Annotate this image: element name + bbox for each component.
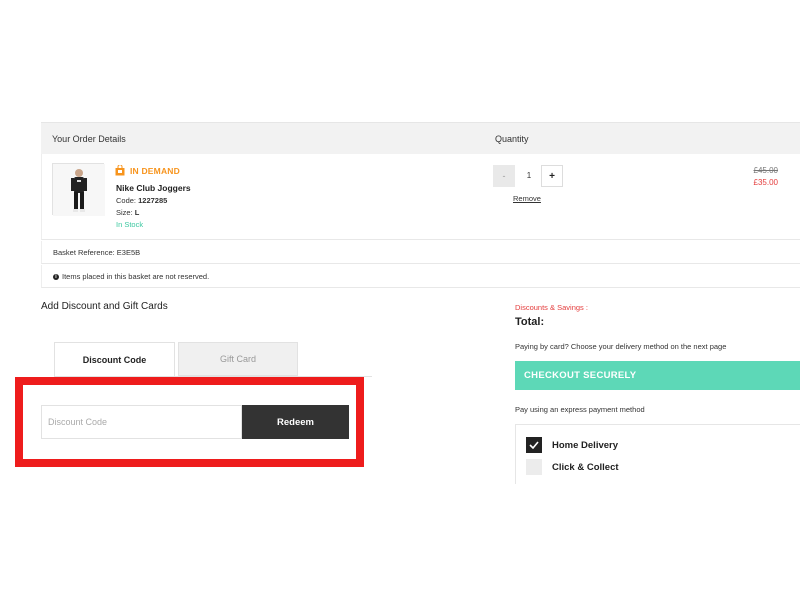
basket-reference-row: Basket Reference: E3E5B [41, 241, 800, 264]
click-collect-checkbox[interactable] [526, 459, 542, 475]
quantity-decrease-button[interactable]: - [493, 165, 515, 187]
sale-price: £35.00 [753, 178, 778, 187]
order-table-header: Your Order Details Quantity [41, 122, 800, 154]
discount-section-title: Add Discount and Gift Cards [41, 301, 168, 312]
delivery-option-collect[interactable]: Click & Collect [526, 459, 619, 475]
shopping-bag-icon [115, 165, 125, 176]
quantity-increase-button[interactable]: + [541, 165, 563, 187]
product-name[interactable]: Nike Club Joggers [116, 183, 191, 193]
product-size-value: L [134, 208, 140, 217]
discount-code-input[interactable] [41, 405, 242, 439]
delivery-option-home[interactable]: Home Delivery [526, 437, 618, 453]
quantity-heading: Quantity [495, 134, 529, 144]
express-payment-note: Pay using an express payment method [515, 405, 645, 414]
basket-item-row: IN DEMAND Nike Club Joggers Code: 122728… [41, 154, 800, 240]
basket-reference: Basket Reference: E3E5B [53, 248, 141, 257]
product-size: Size: L [116, 208, 139, 217]
product-code: Code: 1227285 [116, 196, 167, 205]
original-price: £45.00 [753, 166, 778, 175]
stock-status: In Stock [116, 220, 144, 229]
in-demand-label: IN DEMAND [130, 165, 180, 176]
card-payment-note: Paying by card? Choose your delivery met… [515, 342, 727, 351]
delivery-options: Home Delivery Click & Collect [515, 424, 800, 484]
product-code-value: 1227285 [138, 196, 168, 205]
product-image [53, 164, 105, 216]
quantity-value[interactable]: 1 [519, 165, 539, 187]
home-delivery-label: Home Delivery [552, 439, 619, 451]
redeem-button[interactable]: Redeem [242, 405, 349, 439]
tab-gift-card[interactable]: Gift Card [178, 342, 298, 376]
total-label: Total: [515, 316, 545, 328]
home-delivery-checkbox[interactable] [526, 437, 542, 453]
product-code-label: Code: [116, 196, 137, 205]
in-demand-badge: IN DEMAND [115, 165, 180, 176]
product-thumbnail[interactable] [52, 163, 105, 216]
checkmark-icon [529, 441, 539, 449]
reserved-notice-row: i Items placed in this basket are not re… [41, 265, 800, 288]
product-size-label: Size: [116, 208, 133, 217]
info-icon: i [53, 273, 59, 280]
reserved-notice: i Items placed in this basket are not re… [53, 272, 209, 281]
click-collect-label: Click & Collect [552, 461, 619, 473]
checkout-securely-button[interactable]: CHECKOUT SECURELY [515, 361, 800, 390]
order-details-heading: Your Order Details [52, 134, 126, 144]
reserved-notice-text: Items placed in this basket are not rese… [62, 272, 210, 281]
discounts-savings-label: Discounts & Savings : [515, 303, 588, 312]
tab-discount-code[interactable]: Discount Code [54, 342, 175, 378]
remove-item-link[interactable]: Remove [513, 194, 541, 203]
